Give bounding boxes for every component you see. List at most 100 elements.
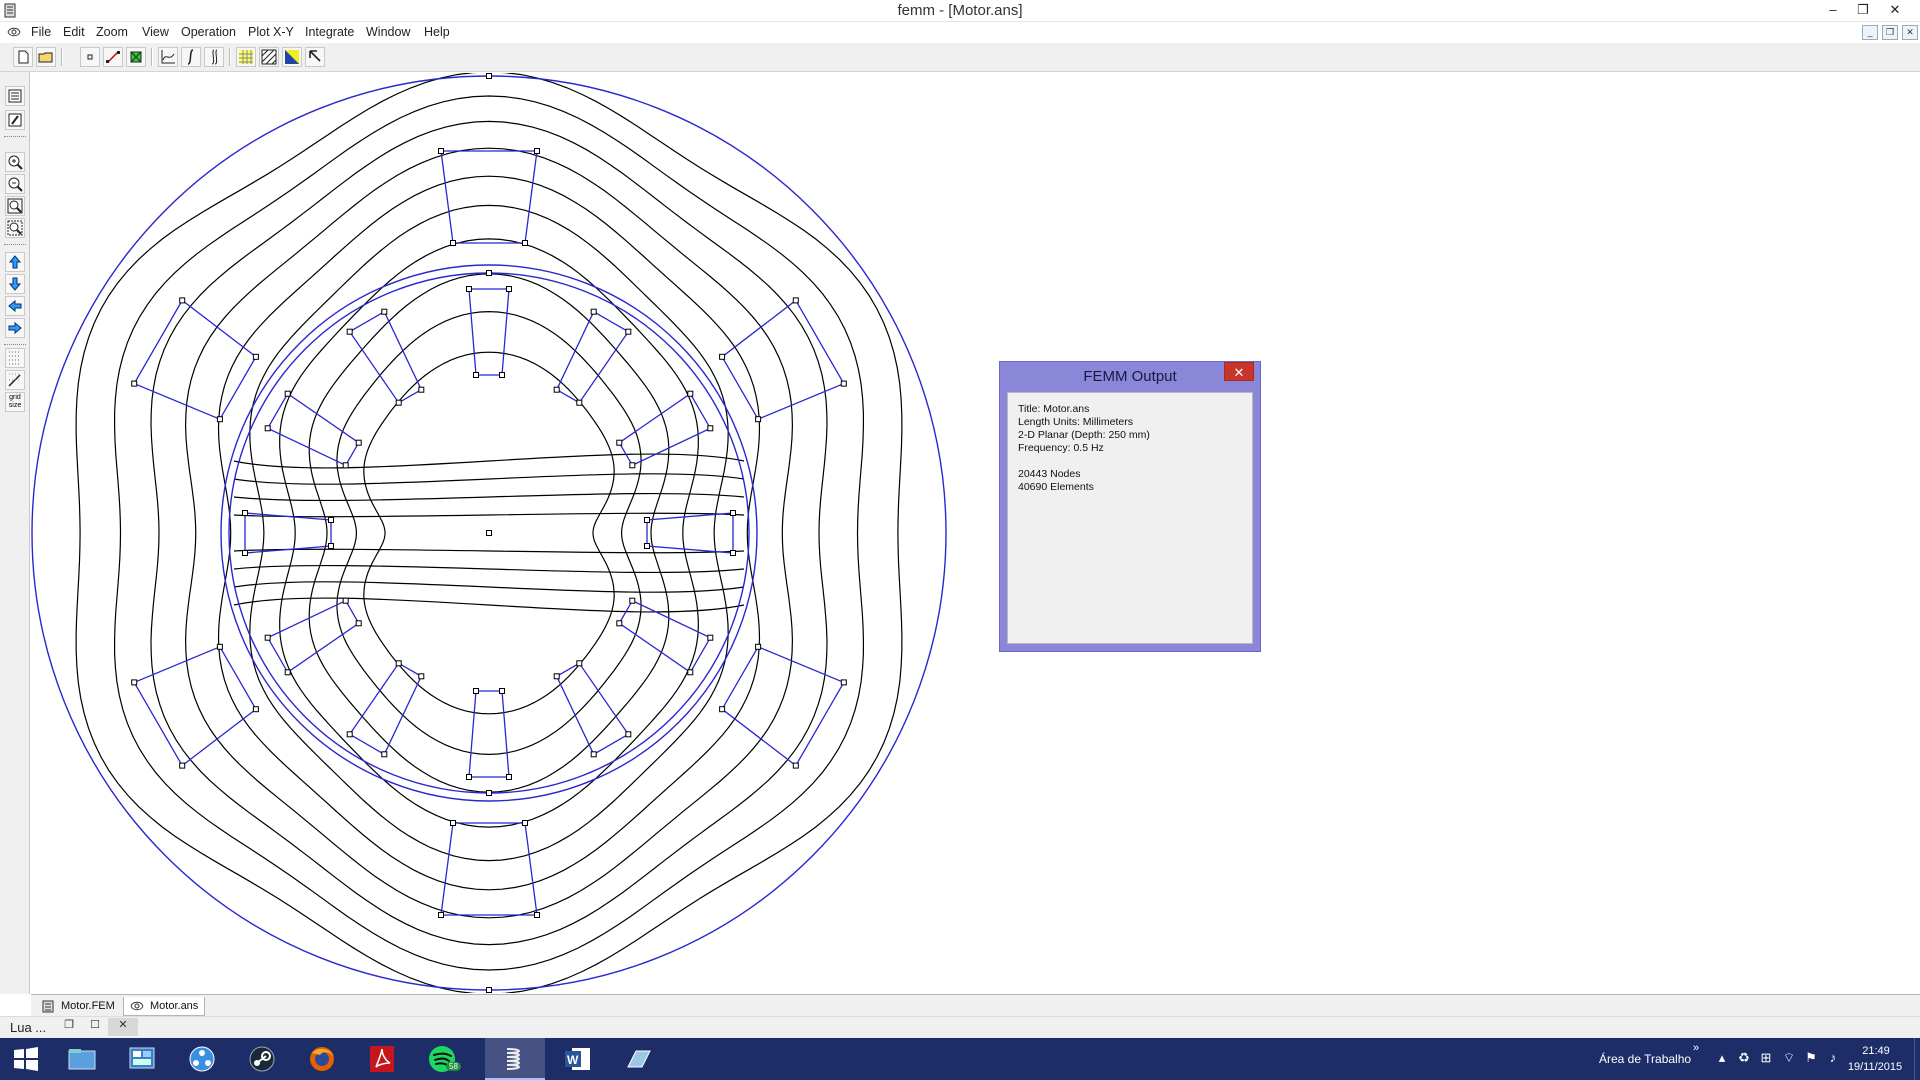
geometry-node	[755, 416, 762, 423]
geometry-node	[438, 148, 444, 154]
menu-operation[interactable]: Operation	[181, 25, 236, 39]
contour-mode-icon	[106, 51, 120, 63]
taskbar-network[interactable]	[172, 1038, 232, 1080]
clock-time[interactable]: 21:49	[1850, 1045, 1902, 1057]
geometry-node	[616, 620, 623, 627]
output-line: Title: Motor.ans	[1018, 403, 1090, 415]
output-line: Frequency: 0.5 Hz	[1018, 442, 1104, 454]
geometry-node	[486, 790, 492, 796]
zoom-fit-icon	[7, 198, 23, 214]
taskbar-femm[interactable]	[485, 1038, 545, 1080]
rotor-slot	[266, 392, 360, 467]
geometry-node	[395, 660, 402, 667]
tray-recycle-icon[interactable]: ♻	[1735, 1050, 1753, 1068]
left-toolbar-separator	[4, 244, 26, 245]
open-file-button[interactable]	[36, 47, 56, 67]
taskbar-firefox[interactable]	[292, 1038, 352, 1080]
mdi-minimize-button[interactable]: _	[1862, 25, 1878, 40]
density-plot-button[interactable]	[236, 47, 256, 67]
geometry-node	[755, 643, 762, 650]
taskbar-explorer[interactable]	[52, 1038, 112, 1080]
lua-close-button[interactable]: ✕	[108, 1018, 138, 1036]
zoom-window-button[interactable]	[5, 218, 25, 238]
clock-date[interactable]: 19/11/2015	[1840, 1061, 1910, 1073]
close-button[interactable]: ✕	[1880, 0, 1910, 22]
tray-flag-icon[interactable]: ⚑	[1802, 1050, 1820, 1068]
flux-contour	[233, 492, 745, 502]
taskbar-spotify[interactable]: 58	[412, 1038, 472, 1080]
zoom-out-button[interactable]	[5, 174, 25, 194]
new-file-button[interactable]	[13, 47, 33, 67]
show-results-button[interactable]	[5, 86, 25, 106]
menu-file[interactable]: File	[31, 25, 51, 39]
menu-integrate[interactable]: Integrate	[305, 25, 354, 39]
block-integral-button[interactable]	[204, 47, 224, 67]
geometry-node	[840, 679, 847, 686]
taskbar-steam[interactable]	[232, 1038, 292, 1080]
menu-edit[interactable]: Edit	[63, 25, 85, 39]
geometry-node	[328, 543, 334, 549]
contour-mode-button[interactable]	[103, 47, 123, 67]
start-button[interactable]	[0, 1038, 52, 1080]
mdi-close-button[interactable]: ✕	[1902, 25, 1918, 40]
minimize-button[interactable]: –	[1818, 0, 1848, 22]
zoom-in-button[interactable]	[5, 152, 25, 172]
output-text-area[interactable]: Title: Motor.ans Length Units: Millimete…	[1007, 392, 1253, 644]
geometry-node	[242, 550, 248, 556]
tab-motor-ans[interactable]: Motor.ans	[123, 997, 206, 1016]
menu-window[interactable]: Window	[366, 25, 410, 39]
menu-help[interactable]: Help	[424, 25, 450, 39]
taskbar-acrobat[interactable]	[352, 1038, 412, 1080]
taskbar-eraser[interactable]	[608, 1038, 668, 1080]
femm-output-window[interactable]: FEMM Output ✕ Title: Motor.ans Length Un…	[999, 361, 1261, 652]
line-integral-button[interactable]	[181, 47, 201, 67]
snap-grid-button[interactable]	[5, 370, 25, 390]
geometry-node	[438, 912, 444, 918]
toolbar-separator	[151, 48, 153, 66]
results-list-icon	[8, 89, 22, 103]
vector-plot-button[interactable]	[259, 47, 279, 67]
geometry-node	[450, 240, 456, 246]
geometry-node	[486, 73, 492, 79]
menu-view[interactable]: View	[142, 25, 169, 39]
taskbar-control-panel[interactable]	[112, 1038, 172, 1080]
geometry-node	[252, 353, 259, 360]
geometry-node	[381, 751, 388, 758]
menu-zoom[interactable]: Zoom	[96, 25, 128, 39]
tray-up-arrow-icon[interactable]: ▴	[1713, 1050, 1731, 1068]
output-close-button[interactable]: ✕	[1224, 362, 1254, 381]
show-grid-button[interactable]	[5, 348, 25, 368]
point-mode-button[interactable]	[80, 47, 100, 67]
geometry-node	[264, 425, 271, 432]
zoom-natural-button[interactable]	[5, 196, 25, 216]
tab-motor-fem[interactable]: Motor.FEM	[35, 997, 121, 1016]
plot-xy-button[interactable]	[158, 47, 178, 67]
edit-props-button[interactable]	[5, 110, 25, 130]
restore-button[interactable]: ❐	[1848, 0, 1878, 22]
zoom-window-icon	[7, 220, 23, 236]
taskbar-word[interactable]: W	[548, 1038, 608, 1080]
pan-left-button[interactable]	[5, 296, 25, 316]
pan-up-button[interactable]	[5, 252, 25, 272]
menu-plot-xy[interactable]: Plot X-Y	[248, 25, 294, 39]
pan-right-button[interactable]	[5, 318, 25, 338]
grid-size-button[interactable]: grid size	[5, 392, 25, 412]
show-desktop-button[interactable]	[1914, 1038, 1920, 1080]
area-mode-button[interactable]	[126, 47, 146, 67]
lua-console-label[interactable]: Lua ...	[10, 1020, 46, 1035]
desktop-toolbar-label[interactable]: Área de Trabalho	[1599, 1052, 1691, 1066]
geometry-node	[342, 462, 349, 469]
color-map-button[interactable]	[282, 47, 302, 67]
document-icon[interactable]	[6, 25, 22, 39]
tray-windows-icon[interactable]: ⊞	[1757, 1050, 1775, 1068]
geometry-node	[179, 762, 186, 769]
pan-down-button[interactable]	[5, 274, 25, 294]
mdi-restore-button[interactable]: ❐	[1882, 25, 1898, 40]
lua-maximize-button[interactable]: ☐	[80, 1018, 110, 1036]
field-plot-canvas[interactable]	[31, 73, 1920, 993]
pointer-button[interactable]	[305, 47, 325, 67]
femm-coil-icon	[506, 1048, 520, 1070]
toolbar-chevron[interactable]: »	[1693, 1042, 1699, 1054]
tray-wifi-icon[interactable]: ⌔	[1780, 1050, 1798, 1068]
